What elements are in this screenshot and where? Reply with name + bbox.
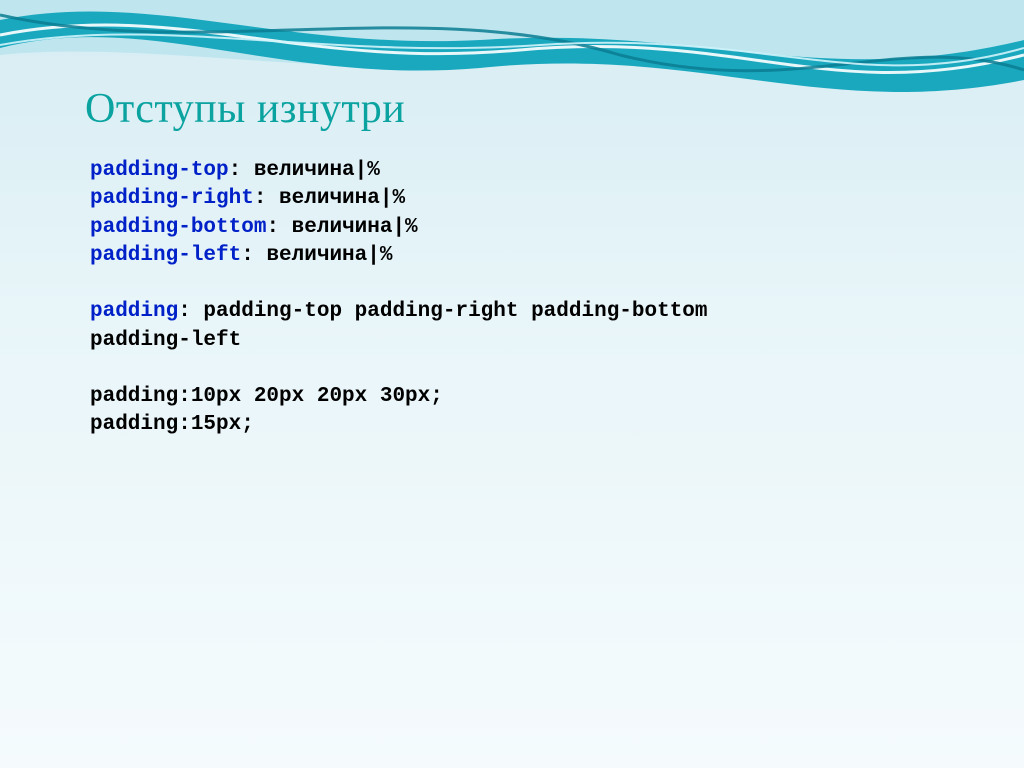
css-property: padding-right <box>90 187 254 210</box>
css-property: padding-top <box>90 159 229 182</box>
css-rule: padding:15px; <box>90 413 254 436</box>
code-line: padding-left: величина|% <box>90 242 934 270</box>
code-line: padding:10px 20px 20px 30px; <box>90 383 934 411</box>
css-property: padding <box>90 300 178 323</box>
css-value: padding-left <box>90 329 241 352</box>
slide-title: Отступы изнутри <box>85 85 405 133</box>
code-line: padding:15px; <box>90 411 934 439</box>
css-value: : величина|% <box>266 216 417 239</box>
css-value: : величина|% <box>241 244 392 267</box>
code-line: padding-right: величина|% <box>90 185 934 213</box>
blank-line <box>90 355 934 383</box>
css-property: padding-bottom <box>90 216 266 239</box>
css-property: padding-left <box>90 244 241 267</box>
css-value: : величина|% <box>254 187 405 210</box>
css-rule: padding:10px 20px 20px 30px; <box>90 385 443 408</box>
css-value: : padding-top padding-right padding-bott… <box>178 300 707 323</box>
code-line: padding-bottom: величина|% <box>90 214 934 242</box>
code-line: padding-left <box>90 327 934 355</box>
code-line: padding: padding-top padding-right paddi… <box>90 298 934 326</box>
blank-line <box>90 270 934 298</box>
slide-body: padding-top: величина|% padding-right: в… <box>90 157 934 440</box>
code-line: padding-top: величина|% <box>90 157 934 185</box>
css-value: : величина|% <box>229 159 380 182</box>
slide: Отступы изнутри padding-top: величина|% … <box>0 0 1024 768</box>
